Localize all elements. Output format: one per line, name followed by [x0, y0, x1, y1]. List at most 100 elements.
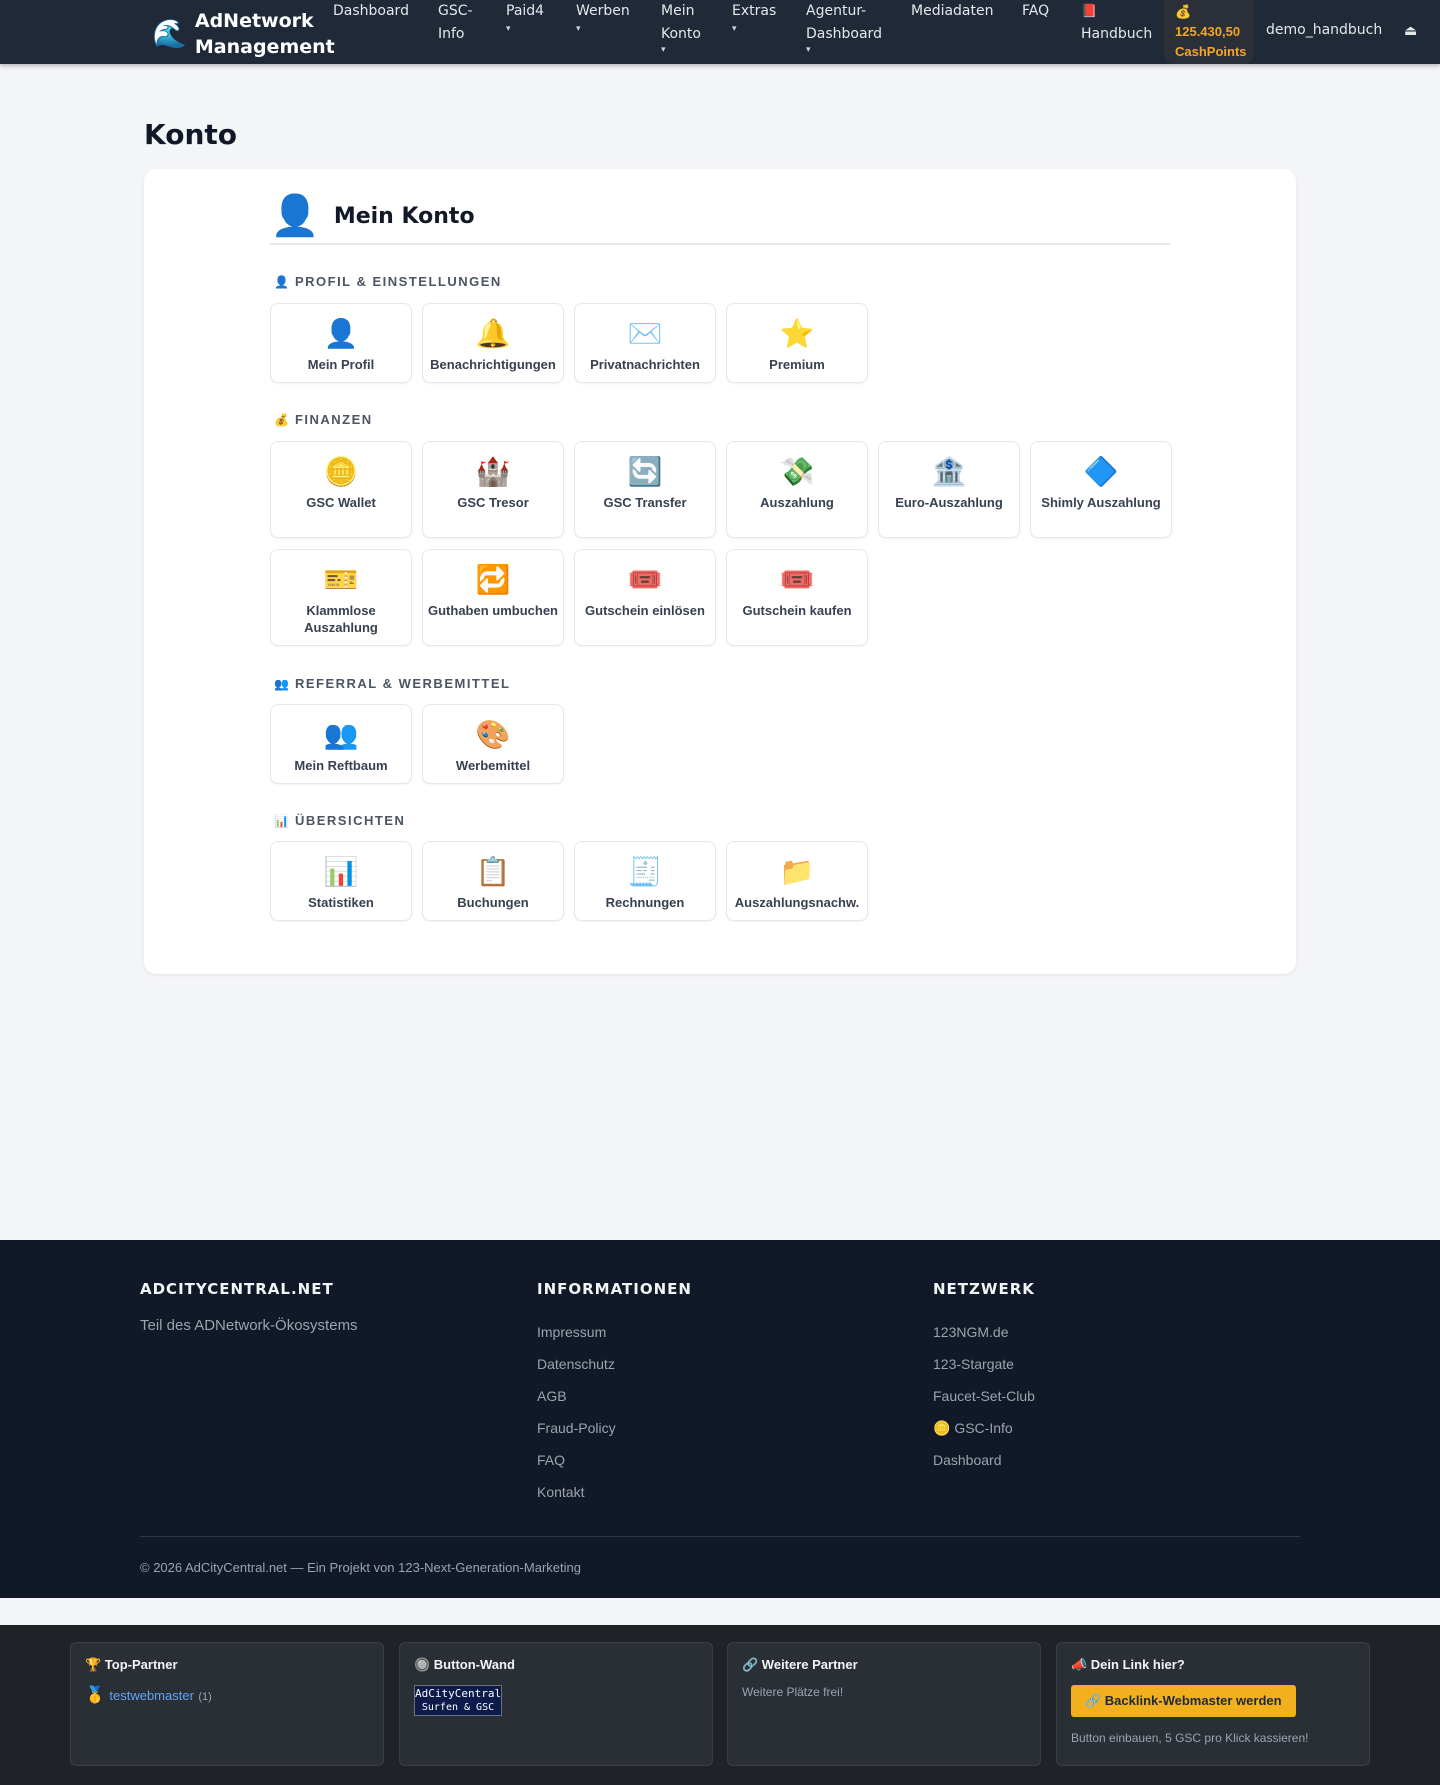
nav-paid4[interactable]: Paid4 ▾ — [506, 0, 544, 35]
footer-link-fraud-policy[interactable]: Fraud-Policy — [537, 1412, 692, 1444]
footer-link-faucet-set-club[interactable]: Faucet-Set-Club — [933, 1380, 1035, 1412]
tile-klammlose-auszahlung[interactable]: 🎫 Klammlose Auszahlung — [270, 549, 412, 646]
top-partner-link[interactable]: testwebmaster — [109, 1688, 194, 1703]
tile-werbemittel[interactable]: 🎨 Werbemittel — [422, 704, 564, 784]
footer-link-123-stargate[interactable]: 123-Stargate — [933, 1348, 1035, 1380]
nav-werben[interactable]: Werben ▾ — [576, 0, 630, 35]
nav-label: Handbuch — [1081, 26, 1153, 42]
account-card: 👤 Mein Konto 👤 Profil & Einstellungen 👤 M… — [144, 169, 1296, 974]
section-label-text: Finanzen — [294, 412, 373, 427]
footer-col-info: Informationen Impressum Datenschutz AGB … — [537, 1280, 692, 1508]
money-wings-icon: 💸 — [779, 456, 815, 487]
tile-shimly-auszahlung[interactable]: 🔷 Shimly Auszahlung — [1030, 441, 1172, 538]
footer-heading: Informationen — [537, 1280, 692, 1298]
footer-link-faq[interactable]: FAQ — [537, 1444, 692, 1476]
nav-dashboard[interactable]: Dashboard — [333, 0, 409, 23]
palette-icon: 🎨 — [475, 719, 511, 750]
nav-faq[interactable]: FAQ — [1022, 0, 1049, 23]
tile-benachrichtigungen[interactable]: 🔔 Benachrichtigungen — [422, 303, 564, 383]
tile-premium[interactable]: ⭐ Premium — [726, 303, 868, 383]
nav-handbuch[interactable]: 📕 Handbuch — [1081, 0, 1152, 46]
section-label-referral: 👥 Referral & Werbemittel — [274, 676, 510, 691]
tile-mein-reftbaum[interactable]: 👥 Mein Reftbaum — [270, 704, 412, 784]
card-header: 👤 Mein Konto — [270, 189, 1170, 245]
footer-link-agb[interactable]: AGB — [537, 1380, 692, 1412]
partner-box-title: 🔘 Button-Wand — [414, 1657, 515, 1672]
chevron-down-icon: ▾ — [732, 24, 737, 34]
partner-box-text: Weitere Plätze frei! — [742, 1685, 844, 1699]
tile-auszahlung[interactable]: 💸 Auszahlung — [726, 441, 868, 538]
nav-label: Dashboard — [333, 3, 409, 19]
voucher-icon: 🎟️ — [627, 564, 663, 595]
user-icon: 👤 — [270, 194, 320, 238]
footer-link-dashboard[interactable]: Dashboard — [933, 1444, 1035, 1476]
receipt-icon: 🧾 — [627, 856, 663, 887]
tile-gutschein-einloesen[interactable]: 🎟️ Gutschein einlösen — [574, 549, 716, 646]
tile-buchungen[interactable]: 📋 Buchungen — [422, 841, 564, 921]
wave-logo-icon: 🌊 — [152, 18, 187, 49]
users-icon: 👥 — [323, 719, 359, 750]
nav-label: Werben — [576, 3, 630, 19]
tile-gutschein-kaufen[interactable]: 🎟️ Gutschein kaufen — [726, 549, 868, 646]
folder-icon: 📁 — [779, 856, 815, 887]
book-icon: 📕 — [1081, 4, 1098, 19]
footer-link-impressum[interactable]: Impressum — [537, 1316, 692, 1348]
backlink-webmaster-button[interactable]: 🔗 Backlink-Webmaster werden — [1071, 1685, 1296, 1717]
partner-box-weitere: 🔗 Weitere Partner Weitere Plätze frei! — [727, 1642, 1041, 1766]
tile-label: GSC Wallet — [306, 495, 376, 510]
adcitycentral-button[interactable]: AdCityCentral Surfen & GSC — [414, 1685, 502, 1716]
nav-agentur-dashboard[interactable]: Agentur-Dashboard ▾ — [806, 0, 886, 56]
tile-label: Guthaben umbuchen — [428, 603, 558, 618]
tile-statistiken[interactable]: 📊 Statistiken — [270, 841, 412, 921]
tile-gsc-wallet[interactable]: 🪙 GSC Wallet — [270, 441, 412, 538]
nav-label: Paid4 — [506, 3, 545, 19]
logout-icon[interactable]: ⏏ — [1404, 22, 1417, 39]
tile-euro-auszahlung[interactable]: 🏦 Euro-Auszahlung — [878, 441, 1020, 538]
tile-gsc-tresor[interactable]: 🏰 GSC Tresor — [422, 441, 564, 538]
nav-mediadaten[interactable]: Mediadaten — [911, 0, 994, 23]
footer-link-123ngm[interactable]: 123NGM.de — [933, 1316, 1035, 1348]
card-title: Mein Konto — [333, 203, 475, 229]
username: demo_handbuch — [1266, 22, 1383, 38]
repeat-icon: 🔁 — [475, 564, 511, 595]
tile-mein-profil[interactable]: 👤 Mein Profil — [270, 303, 412, 383]
tile-label: Werbemittel — [455, 758, 531, 773]
clipboard-icon: 📋 — [475, 856, 511, 887]
brand-title: AdNetwork Management — [194, 10, 335, 58]
footer-link-gsc-info[interactable]: 🪙 GSC-Info — [933, 1412, 1035, 1444]
footer-heading: ADCITYCENTRAL.NET — [140, 1280, 334, 1298]
user-menu[interactable]: demo_handbuch — [1266, 22, 1382, 38]
tile-gsc-transfer[interactable]: 🔄 GSC Transfer — [574, 441, 716, 538]
footer-link-kontakt[interactable]: Kontakt — [537, 1476, 692, 1508]
refresh-icon: 🔄 — [627, 456, 663, 487]
nav-extras[interactable]: Extras ▾ — [732, 0, 776, 35]
tile-privatnachrichten[interactable]: ✉️ Privatnachrichten — [574, 303, 716, 383]
partner-box-title: 🔗 Weitere Partner — [742, 1657, 858, 1672]
section-label-profil: 👤 Profil & Einstellungen — [274, 274, 502, 289]
section-label-text: Übersichten — [294, 813, 406, 828]
footer-link-datenschutz[interactable]: Datenschutz — [537, 1348, 692, 1380]
site-footer: ADCITYCENTRAL.NET Teil des ADNetwork-Öko… — [0, 1240, 1440, 1598]
medal-icon: 🥇 — [85, 1687, 105, 1704]
button-line-2: Surfen & GSC — [421, 1702, 495, 1713]
nav-label: Agentur-Dashboard — [806, 3, 882, 42]
top-partner-count: (1) — [198, 1691, 212, 1703]
section-label-text: Referral & Werbemittel — [294, 676, 511, 691]
voucher-icon: 🎟️ — [779, 564, 815, 595]
blue-diamond-icon: 🔷 — [1083, 456, 1119, 487]
tile-label: Auszahlungsnachw. — [734, 895, 860, 910]
tile-label: Klammlose Auszahlung — [304, 603, 378, 635]
nav-label: FAQ — [1022, 3, 1050, 19]
coin-icon: 🪙 — [323, 456, 359, 487]
user-icon: 👤 — [323, 318, 359, 349]
brand[interactable]: 🌊 AdNetwork Management — [152, 8, 335, 60]
bar-chart-icon: 📊 — [274, 814, 289, 828]
tile-auszahlungsnachweise[interactable]: 📁 Auszahlungsnachw. — [726, 841, 868, 921]
tile-label: Premium — [769, 357, 825, 372]
nav-gsc-info[interactable]: GSC-Info — [438, 0, 488, 46]
tile-rechnungen[interactable]: 🧾 Rechnungen — [574, 841, 716, 921]
nav-mein-konto[interactable]: Mein Konto ▾ — [661, 0, 711, 56]
partner-box-text: Button einbauen, 5 GSC pro Klick kassier… — [1071, 1731, 1309, 1745]
cashpoints-badge[interactable]: 💰 125.430,50 CashPoints — [1164, 0, 1254, 64]
tile-guthaben-umbuchen[interactable]: 🔁 Guthaben umbuchen — [422, 549, 564, 646]
